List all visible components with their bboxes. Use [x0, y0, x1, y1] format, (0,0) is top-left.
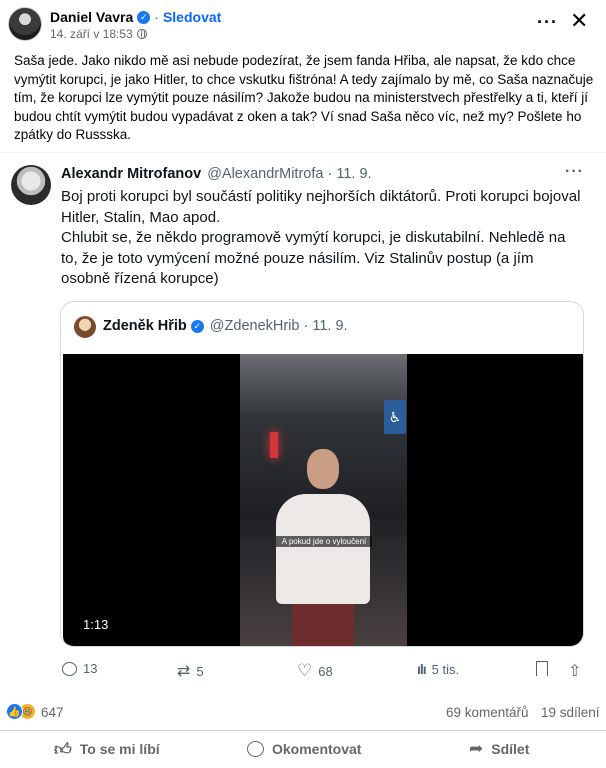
- like-label: To se mi líbí: [79, 741, 160, 757]
- bookmark-button[interactable]: [536, 661, 554, 676]
- like-count: 68: [318, 663, 333, 679]
- video-frame: ♿ A pokud jde o vyloučení: [240, 354, 407, 646]
- wheelchair-sign-icon: ♿: [384, 400, 406, 434]
- tweet-actions: 13 ⇄ 5 ♡ 68 ılı 5 tis. ⇧: [60, 661, 590, 685]
- tweet-more-icon[interactable]: ···: [565, 163, 584, 181]
- author-name[interactable]: Daniel Vavra: [50, 9, 133, 25]
- globe-icon: [136, 29, 147, 39]
- video-subtitle: A pokud jde o vyloučení: [276, 536, 372, 547]
- tweet-text: Boj proti korupci byl součástí politiky …: [61, 188, 581, 287]
- tweet-author-handle[interactable]: @AlexandrMitrofa · 11. 9.: [207, 166, 371, 182]
- person-legs: [292, 604, 354, 646]
- quoted-author-handle[interactable]: @ZdenekHrib · 11. 9.: [210, 318, 348, 334]
- embedded-tweet[interactable]: Alexandr Mitrofanov @AlexandrMitrofa · 1…: [0, 152, 606, 690]
- views-chart-icon: ılı: [417, 661, 427, 677]
- like-tweet-button[interactable]: ♡ 68: [297, 661, 333, 681]
- reply-count: 13: [83, 661, 98, 676]
- post-date[interactable]: 14. září v 18:53: [50, 27, 133, 41]
- comment-button[interactable]: Okomentovat: [247, 731, 361, 767]
- retweet-icon: ⇄: [177, 663, 191, 680]
- like-button[interactable]: 👍︎ To se mi líbí: [54, 731, 160, 767]
- reply-icon: [62, 661, 77, 676]
- tweet-author-name[interactable]: Alexandr Mitrofanov: [61, 166, 201, 182]
- views-button[interactable]: ılı 5 tis.: [417, 661, 459, 677]
- comment-icon: [247, 741, 264, 757]
- tweet-header: Alexandr Mitrofanov @AlexandrMitrofa · 1…: [61, 166, 372, 182]
- retweet-button[interactable]: ⇄ 5: [177, 661, 204, 681]
- heart-icon: ♡: [297, 661, 313, 680]
- quoted-tweet[interactable]: Zdeněk Hřib ✓ @ZdenekHrib · 11. 9. ♿ A p…: [60, 301, 584, 647]
- separator-dot: ·: [154, 9, 159, 25]
- close-icon[interactable]: ✕: [570, 8, 588, 34]
- tweet-author-avatar[interactable]: [11, 165, 51, 205]
- share-upload-icon: ⇧: [568, 663, 582, 680]
- post-text: Saša jede. Jako nikdo mě asi nebude pode…: [14, 53, 594, 142]
- share-button[interactable]: ➦ Sdílet: [469, 731, 529, 767]
- verified-badge-icon: ✓: [137, 10, 151, 24]
- author-line: Daniel Vavra ✓ · Sledovat: [50, 9, 221, 25]
- video-player[interactable]: ♿ A pokud jde o vyloučení 1:13: [63, 354, 583, 646]
- share-arrow-icon: ➦: [469, 739, 484, 758]
- shares-count[interactable]: 19 sdílení: [541, 705, 600, 720]
- person-body: [276, 494, 370, 604]
- author-avatar[interactable]: [8, 7, 42, 41]
- bookmark-icon: [536, 661, 548, 676]
- reaction-count[interactable]: 647: [41, 705, 64, 720]
- post-action-bar: 👍︎ To se mi líbí Okomentovat ➦ Sdílet: [0, 730, 606, 768]
- comments-count[interactable]: 69 komentářů: [446, 705, 529, 720]
- reply-button[interactable]: 13: [62, 661, 97, 676]
- video-ceiling: [240, 354, 407, 414]
- share-tweet-button[interactable]: ⇧: [568, 661, 587, 681]
- quoted-header: Zdeněk Hřib ✓ @ZdenekHrib · 11. 9.: [103, 318, 348, 334]
- quoted-author-name[interactable]: Zdeněk Hřib: [103, 318, 187, 334]
- person-head: [307, 449, 339, 489]
- post-meta: 14. září v 18:53: [50, 27, 147, 41]
- share-label: Sdílet: [491, 741, 530, 757]
- verified-badge-icon: ✓: [190, 319, 204, 333]
- quoted-author-avatar[interactable]: [74, 316, 96, 338]
- follow-button[interactable]: Sledovat: [163, 9, 221, 25]
- comment-label: Okomentovat: [272, 741, 362, 757]
- more-options-icon[interactable]: ···: [537, 12, 558, 33]
- like-reaction-icon[interactable]: 👍: [6, 703, 23, 720]
- reactions-bar: 👍 😆 647 69 komentářů 19 sdílení: [0, 700, 606, 726]
- retweet-count: 5: [196, 663, 204, 679]
- views-count: 5 tis.: [431, 661, 460, 677]
- post-header: Daniel Vavra ✓ · Sledovat 14. září v 18:…: [0, 0, 606, 46]
- video-red-light: [270, 432, 278, 458]
- thumbs-up-icon: 👍︎: [54, 739, 72, 759]
- video-duration: 1:13: [83, 617, 109, 632]
